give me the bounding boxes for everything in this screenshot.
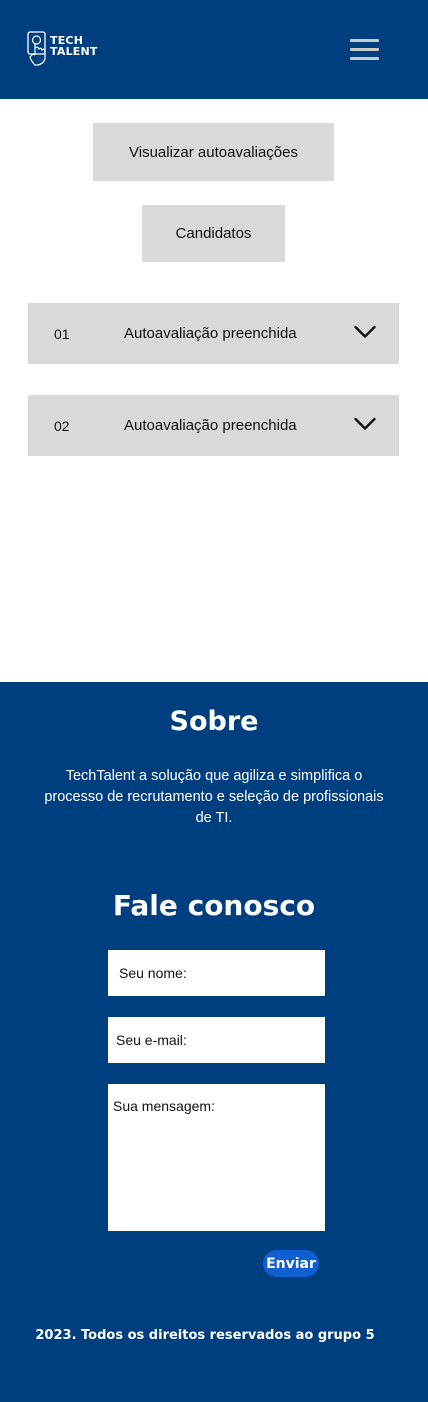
about-title: Sobre (169, 706, 259, 737)
about-text: TechTalent a solução que agiliza e simpl… (44, 768, 384, 826)
menu-bar-bottom (350, 57, 379, 60)
email-field[interactable] (108, 1017, 325, 1063)
menu-bar-top (350, 39, 379, 42)
evaluation-item-02[interactable]: 02 Autoavaliação preenchida (28, 395, 399, 456)
copyright-text: 2023. Todos os direitos reservados ao gr… (35, 1328, 375, 1343)
contact-title: Fale conosco (112, 889, 316, 922)
evaluation-number: 02 (54, 418, 70, 434)
evaluation-label: Autoavaliação preenchida (124, 417, 297, 434)
view-self-evaluations-button[interactable]: Visualizar autoavaliações (93, 123, 334, 181)
chevron-down-icon[interactable] (354, 325, 376, 339)
evaluation-item-01[interactable]: 01 Autoavaliação preenchida (28, 303, 399, 364)
evaluation-number: 01 (54, 326, 70, 342)
logo-text: TECH TALENT (50, 35, 98, 57)
message-field[interactable] (108, 1084, 325, 1231)
send-button[interactable]: Enviar (263, 1250, 319, 1277)
site-header: TECH TALENT (0, 0, 428, 99)
menu-bar-middle (350, 48, 379, 51)
techtalent-logo[interactable]: TECH TALENT (27, 31, 107, 67)
evaluation-label: Autoavaliação preenchida (124, 325, 297, 342)
logo-line-2: TALENT (50, 45, 98, 58)
chevron-down-icon[interactable] (354, 417, 376, 431)
hand-touch-icon (27, 31, 46, 66)
hamburger-menu-icon[interactable] (348, 37, 382, 63)
name-field[interactable] (108, 950, 325, 996)
site-footer: Sobre TechTalent a solução que agiliza e… (0, 682, 428, 1402)
candidates-button[interactable]: Candidatos (142, 205, 285, 262)
